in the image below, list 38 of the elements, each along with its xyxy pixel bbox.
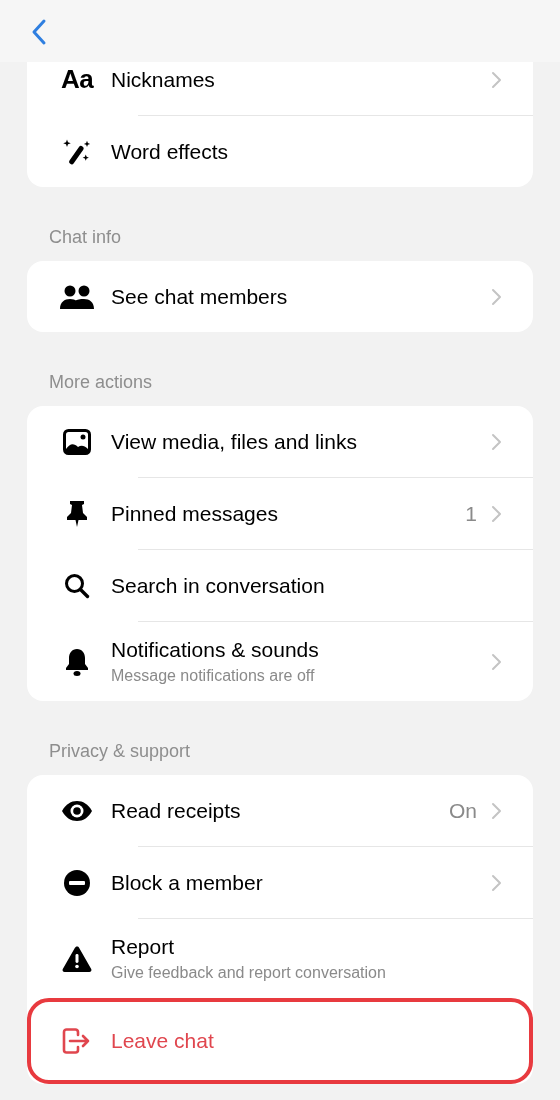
row-title: Nicknames [111, 66, 216, 93]
menu-item[interactable]: Aa Nicknames [27, 62, 533, 115]
bell-icon [64, 646, 90, 677]
exit-icon [62, 1028, 92, 1054]
image-icon [63, 428, 91, 455]
row-title: Block a member [111, 869, 264, 896]
eye-icon [61, 799, 93, 822]
row-value: On [449, 798, 477, 823]
section-label: Chat info [49, 227, 122, 247]
row-title: Notifications & sounds [111, 637, 320, 663]
row-title: View media, files and links [111, 428, 358, 455]
text-size-icon: Aa [60, 64, 94, 95]
menu-item[interactable]: See chat members [27, 261, 533, 332]
pin-icon [65, 499, 89, 528]
menu-item[interactable]: View media, files and links [27, 406, 533, 477]
row-title: Read receipts [111, 797, 242, 824]
row-title: See chat members [111, 283, 289, 310]
row-title: Pinned messages [111, 500, 279, 527]
menu-item[interactable]: Report Give feedback and report conversation [27, 919, 533, 998]
menu-item[interactable]: Notifications & sounds Message notifications are off [27, 622, 533, 701]
row-subtitle: Message notifications are off [111, 666, 316, 686]
row-title: Leave chat [111, 1028, 215, 1054]
menu-item[interactable]: Search in conversation [27, 550, 533, 621]
row-title: Report [111, 934, 176, 960]
section-label: Privacy & support [49, 741, 191, 761]
row-subtitle: Give feedback and report conversation [111, 963, 387, 983]
row-title: Search in conversation [111, 572, 326, 599]
row-value: 1 [465, 501, 477, 526]
search-icon [64, 572, 90, 599]
menu-item[interactable]: Read receipts On [27, 775, 533, 846]
menu-item[interactable]: Word effects [27, 116, 533, 187]
warning-icon [62, 945, 92, 972]
section-label: More actions [49, 372, 153, 392]
row-title: Word effects [111, 138, 230, 165]
minus-circle-icon [63, 868, 91, 897]
menu-item[interactable]: Leave chat [27, 998, 533, 1084]
menu-item[interactable]: Block a member [27, 847, 533, 918]
menu-item[interactable]: Pinned messages 1 [27, 478, 533, 549]
